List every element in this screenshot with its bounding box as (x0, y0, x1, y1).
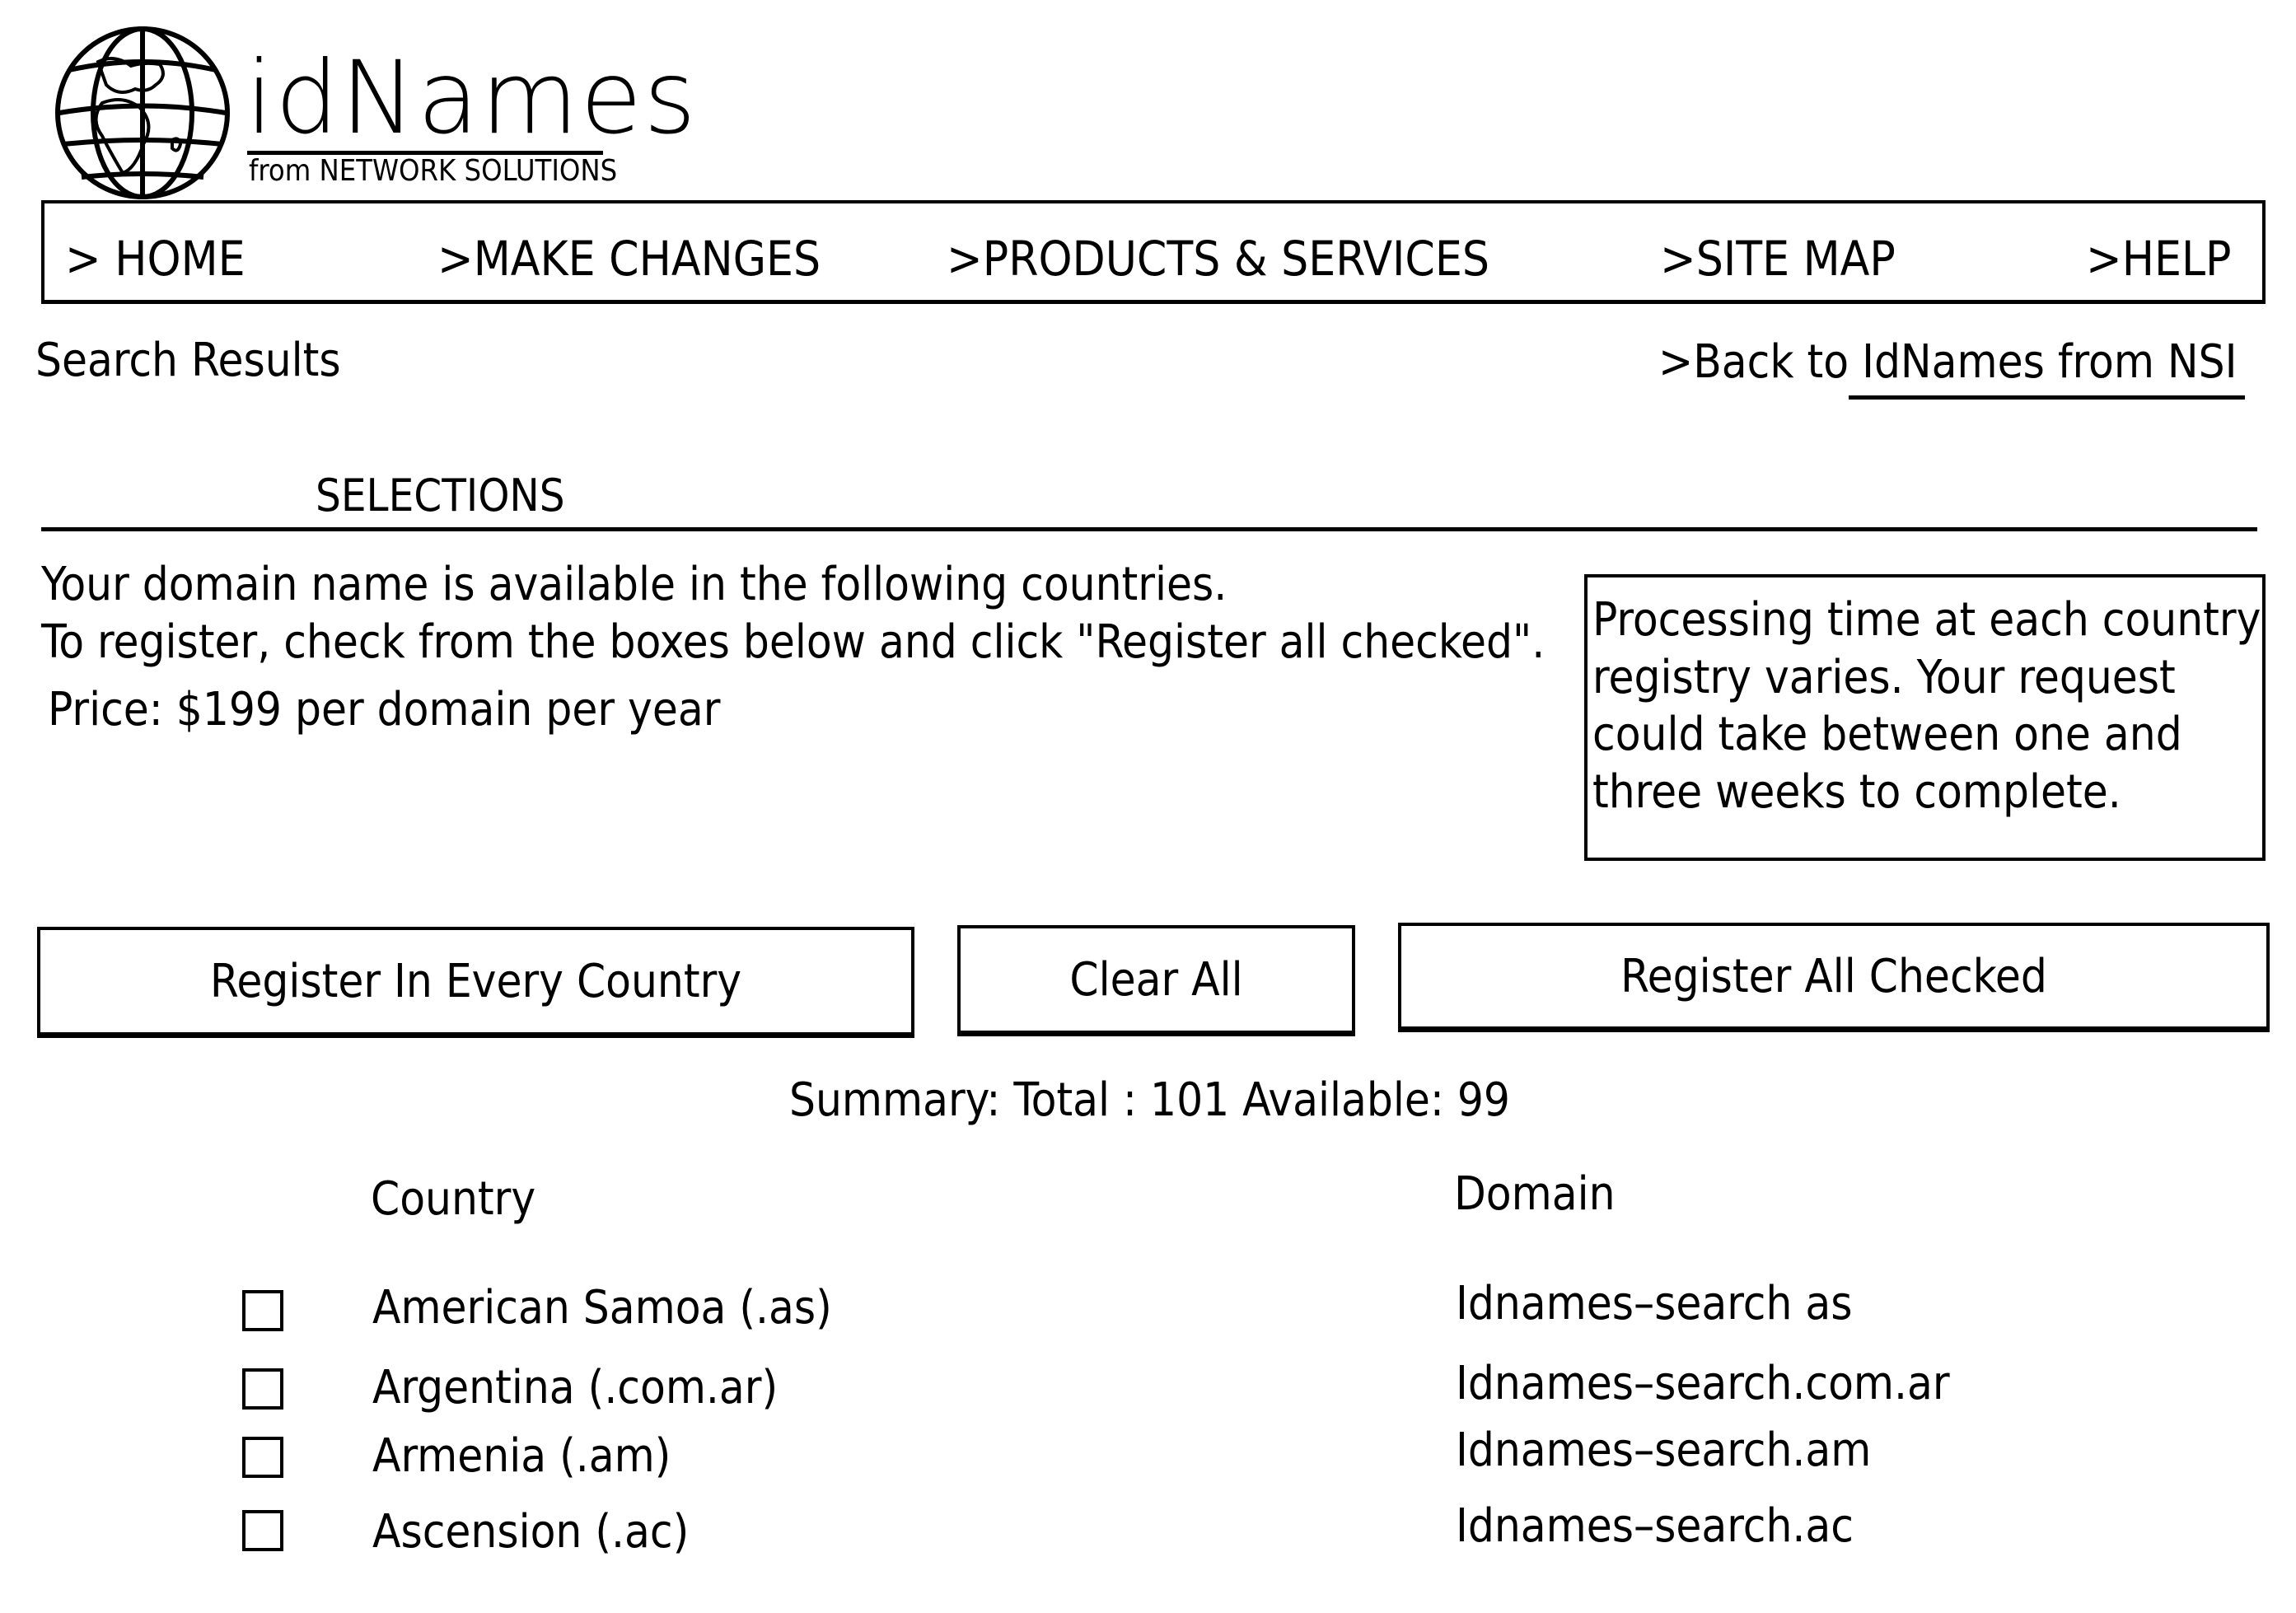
register-all-checked-button[interactable]: Register All Checked (1398, 923, 2270, 1032)
globe-icon (53, 21, 232, 200)
row-country: Armenia (.am) (372, 1429, 671, 1483)
row-checkbox[interactable] (242, 1368, 283, 1410)
clear-all-button[interactable]: Clear All (957, 925, 1355, 1036)
row-country: Argentina (.com.ar) (372, 1361, 779, 1414)
main-nav: > HOME >MAKE CHANGES >PRODUCTS & SERVICE… (41, 200, 2266, 304)
note-line: registry varies. Your request (1592, 651, 2176, 704)
price-text: Price: $199 per domain per year (48, 683, 721, 736)
row-country: Ascension (.ac) (372, 1505, 690, 1559)
column-header-country: Country (371, 1172, 536, 1226)
section-divider (41, 527, 2257, 531)
logo-wordmark: idNames (245, 40, 698, 157)
note-line: three weeks to complete. (1592, 765, 2121, 819)
column-header-domain: Domain (1454, 1167, 1616, 1221)
nav-home[interactable]: > HOME (65, 235, 245, 283)
nav-make-changes[interactable]: >MAKE CHANGES (437, 235, 821, 283)
row-domain: Idnames–search as (1456, 1277, 1853, 1330)
row-checkbox[interactable] (242, 1290, 283, 1331)
row-checkbox[interactable] (242, 1437, 283, 1478)
nav-site-map[interactable]: >SITE MAP (1660, 235, 1896, 283)
section-heading: SELECTIONS (316, 470, 565, 521)
intro-line-instructions: To register, check from the boxes below … (41, 615, 1545, 669)
note-line: could take between one and (1592, 708, 2182, 761)
summary-text: Summary: Total : 101 Available: 99 (789, 1073, 1510, 1127)
intro-line-availability: Your domain name is available in the fol… (41, 558, 1227, 611)
row-checkbox[interactable] (242, 1510, 283, 1551)
register-every-country-button[interactable]: Register In Every Country (37, 927, 914, 1038)
nav-products-services[interactable]: >PRODUCTS & SERVICES (947, 235, 1489, 283)
back-link-text[interactable]: IdNames from NSI (1849, 335, 2246, 400)
logo-subtitle: from NETWORK SOLUTIONS (249, 154, 618, 188)
note-line: Processing time at each country (1592, 593, 2261, 647)
row-country: American Samoa (.as) (372, 1281, 832, 1335)
page-subtitle: Search Results (35, 334, 341, 387)
back-link[interactable]: >Back to IdNames from NSI (1658, 335, 2246, 400)
processing-time-note: Processing time at each country registry… (1584, 574, 2266, 861)
nav-help[interactable]: >HELP (2086, 235, 2231, 283)
back-link-prefix: >Back to (1658, 335, 1849, 389)
row-domain: Idnames–search.am (1456, 1424, 1872, 1477)
row-domain: Idnames–search.com.ar (1456, 1357, 1950, 1410)
row-domain: Idnames–search.ac (1456, 1499, 1854, 1553)
